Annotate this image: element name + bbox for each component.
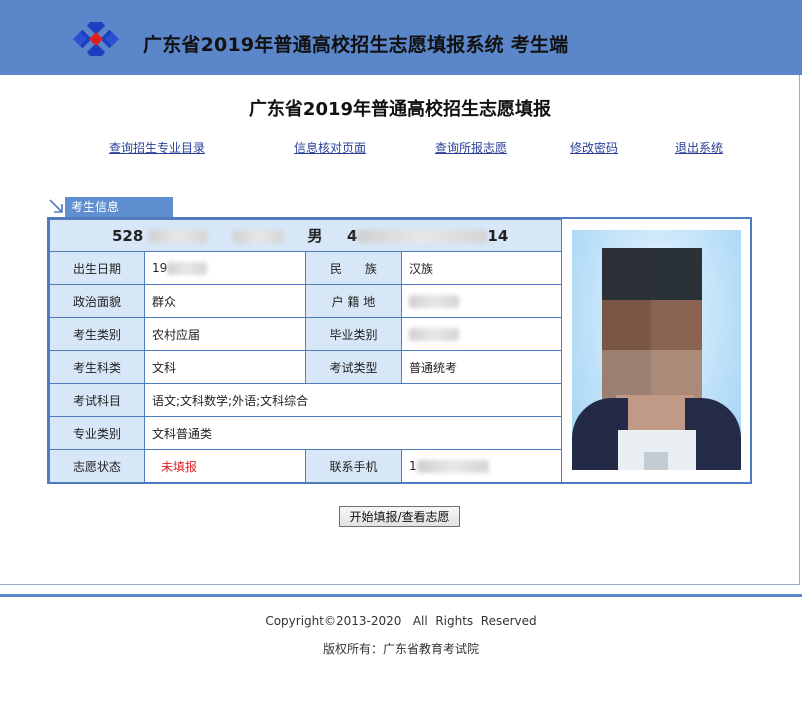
nav-link-logout[interactable]: 退出系统 xyxy=(675,139,723,156)
masked-value xyxy=(148,230,207,243)
table-row: 政治面貌 群众 户 籍 地 xyxy=(49,284,563,318)
hukou-value xyxy=(400,284,563,318)
table-row: 考试科目 语文;文科数学;外语;文科综合 xyxy=(49,383,563,417)
page-title: 广东省2019年普通高校招生志愿填报 xyxy=(248,99,552,120)
gender-value: 男 xyxy=(307,227,323,245)
subject-type-label: 考生科类 xyxy=(49,350,145,384)
subjects-label: 考试科目 xyxy=(49,383,145,417)
birth-value: 19 xyxy=(144,251,306,285)
nav-link-info-check[interactable]: 信息核对页面 xyxy=(294,139,366,156)
grad-category-value xyxy=(400,317,563,351)
app-header: 广东省2019年普通高校招生志愿填报系统 考生端 xyxy=(0,0,802,75)
table-row: 考生科类 文科 考试类型 普通统考 xyxy=(49,350,563,384)
masked-name xyxy=(233,230,284,243)
table-row: 考生类别 农村应届 毕业类别 xyxy=(49,317,563,351)
corner-arrow-icon xyxy=(48,197,66,217)
system-title: 广东省2019年普通高校招生志愿填报系统 考生端 xyxy=(143,34,569,56)
owner-text: 版权所有：广东省教育考试院 xyxy=(322,642,479,656)
student-photo xyxy=(572,230,741,470)
student-info-tab-label: 考生信息 xyxy=(65,197,173,217)
site-logo xyxy=(73,22,119,56)
student-info-panel: 528 男 4 14 出生日期 19 民 族 汉族 政治面貌 群众 户 籍 地 考… xyxy=(47,217,752,484)
table-row: 出生日期 19 民 族 汉族 xyxy=(49,251,563,285)
hukou-label: 户 籍 地 xyxy=(305,284,402,318)
photo-cell xyxy=(561,219,750,482)
student-info-table: 528 男 4 14 出生日期 19 民 族 汉族 政治面貌 群众 户 籍 地 考… xyxy=(48,219,563,483)
status-value: 未填报 xyxy=(144,449,306,483)
ethnicity-value: 汉族 xyxy=(400,251,563,285)
id-number-prefix: 4 xyxy=(346,227,358,245)
nav-link-change-password[interactable]: 修改密码 xyxy=(570,139,618,156)
birth-label: 出生日期 xyxy=(49,251,145,285)
politics-label: 政治面貌 xyxy=(49,284,145,318)
nav-link-query-choices[interactable]: 查询所报志愿 xyxy=(435,139,507,156)
status-label: 志愿状态 xyxy=(49,449,145,483)
category-value: 农村应届 xyxy=(144,317,306,351)
major-category-label: 专业类别 xyxy=(49,416,145,450)
copyright-text: Copyright©2013-2020 All Rights Reserved xyxy=(265,614,537,628)
major-category-value: 文科普通类 xyxy=(143,416,563,450)
student-header-cell: 528 男 4 14 xyxy=(48,219,563,252)
exam-type-value: 普通统考 xyxy=(400,350,563,384)
table-row: 528 男 4 14 xyxy=(48,219,563,252)
table-row: 专业类别 文科普通类 xyxy=(49,416,563,450)
exam-number: 528 xyxy=(112,227,144,245)
id-number-suffix: 14 xyxy=(487,227,509,245)
masked-id xyxy=(357,230,488,243)
nav-link-major-catalog[interactable]: 查询招生专业目录 xyxy=(109,139,205,156)
footer-divider xyxy=(0,594,802,597)
category-label: 考生类别 xyxy=(49,317,145,351)
phone-label: 联系手机 xyxy=(305,449,402,483)
exam-type-label: 考试类型 xyxy=(305,350,402,384)
subject-type-value: 文科 xyxy=(144,350,306,384)
start-fill-button[interactable]: 开始填报/查看志愿 xyxy=(339,506,460,527)
table-row: 志愿状态 未填报 联系手机 1 xyxy=(49,449,563,483)
subjects-value: 语文;文科数学;外语;文科综合 xyxy=(143,383,563,417)
phone-value: 1 xyxy=(400,449,563,483)
grad-category-label: 毕业类别 xyxy=(305,317,402,351)
ethnicity-label: 民 族 xyxy=(305,251,402,285)
politics-value: 群众 xyxy=(144,284,306,318)
